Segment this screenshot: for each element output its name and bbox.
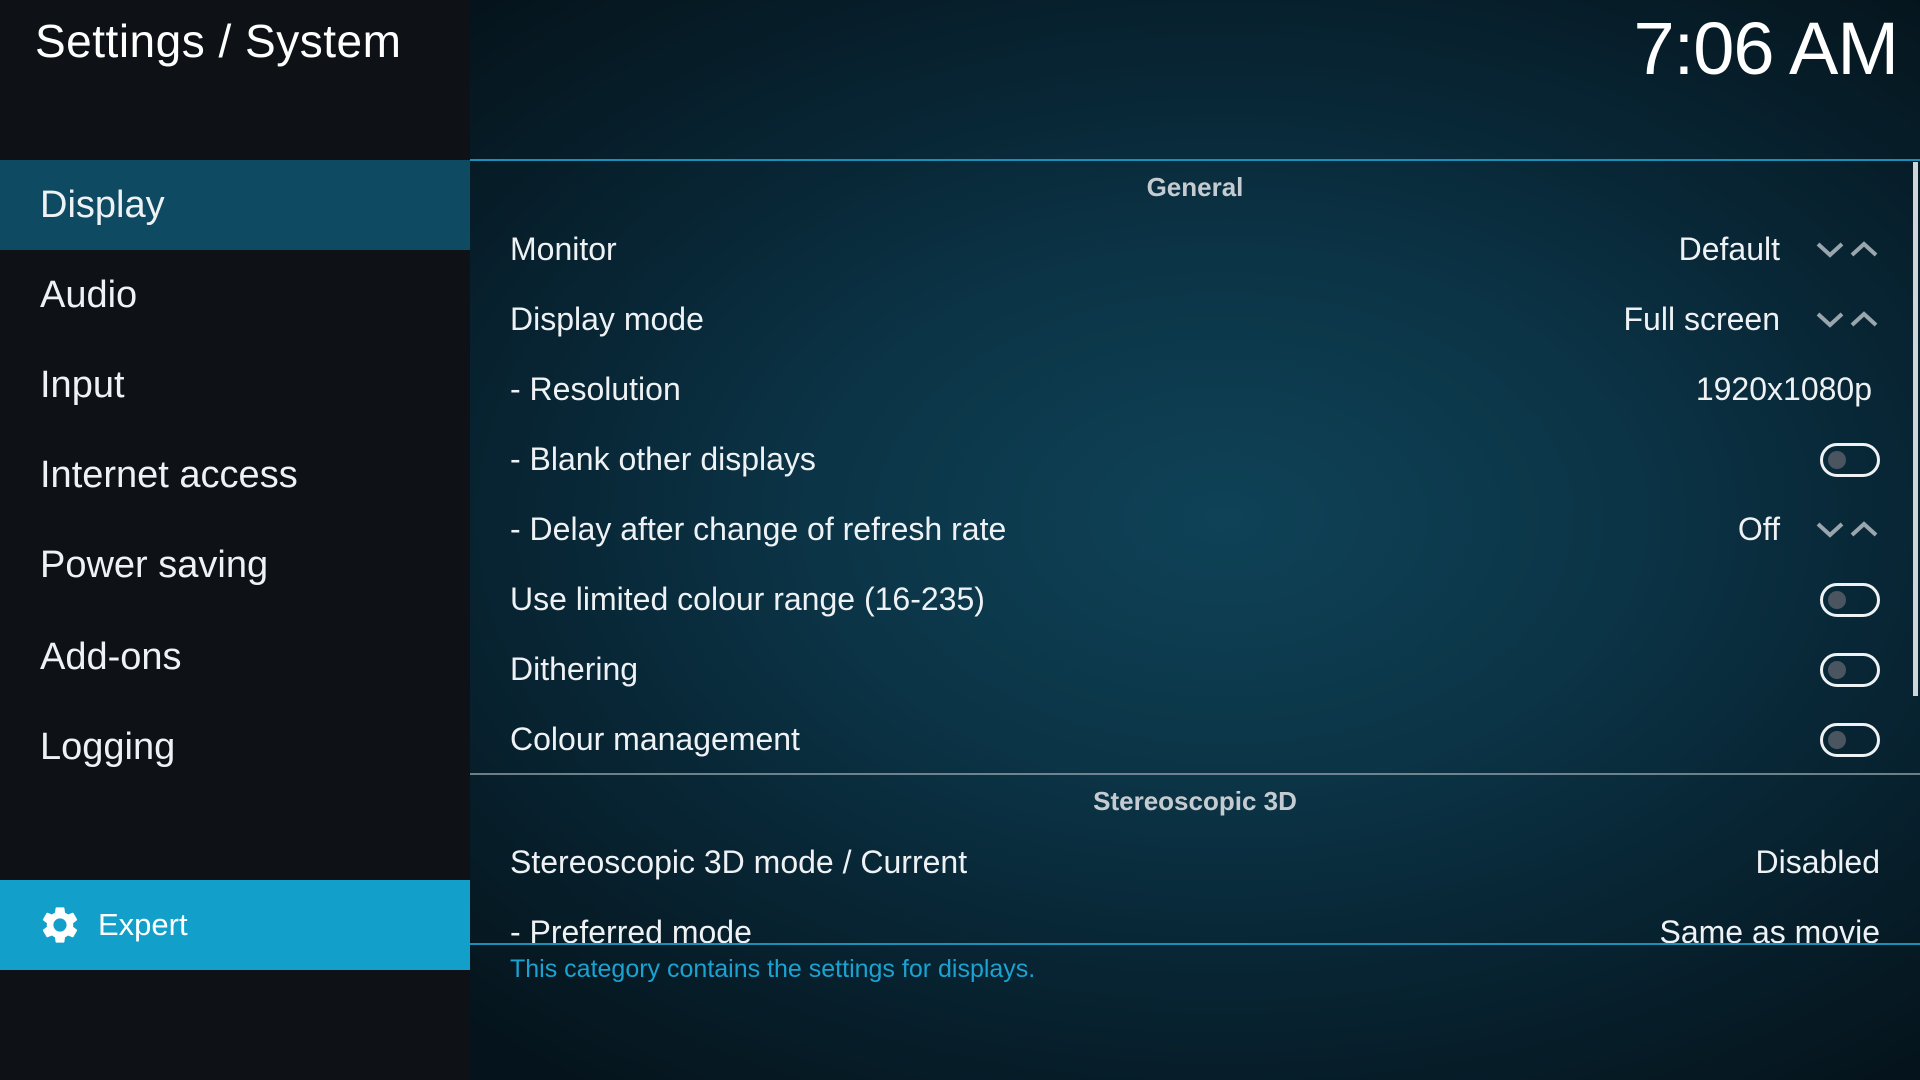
setting-value: Off [1737, 511, 1780, 547]
toggle-knob [1828, 661, 1846, 679]
setting-label: Colour management [510, 721, 800, 757]
toggle-switch[interactable] [1820, 723, 1880, 757]
setting-colour-management[interactable]: Colour management [470, 704, 1920, 774]
setting-label: - Blank other displays [510, 441, 816, 477]
category-description: This category contains the settings for … [510, 955, 1036, 983]
section-title-stereoscopic-3d: Stereoscopic 3D [1093, 786, 1297, 816]
setting-label: Stereoscopic 3D mode / Current [510, 844, 968, 880]
setting-value: Full screen [1623, 301, 1781, 337]
setting-value: Disabled [1755, 844, 1880, 880]
section-title-general: General [1146, 172, 1244, 202]
spinner-arrows-icon[interactable] [1814, 515, 1880, 543]
setting-blank-other-displays[interactable]: - Blank other displays [470, 424, 1920, 494]
toggle-knob [1828, 451, 1846, 469]
setting-label: Display mode [510, 301, 704, 337]
section-divider [470, 773, 1920, 775]
setting-limited-colour-range[interactable]: Use limited colour range (16-235) [470, 564, 1920, 634]
spinner-arrows-icon[interactable] [1814, 305, 1880, 333]
toggle-switch[interactable] [1820, 583, 1880, 617]
toggle-switch[interactable] [1820, 443, 1880, 477]
setting-label: Monitor [510, 231, 617, 267]
setting-label: Use limited colour range (16-235) [510, 581, 985, 617]
section-divider [470, 159, 1920, 161]
setting-value: Same as movie [1659, 914, 1880, 943]
setting-value: 1920x1080p [1695, 371, 1872, 407]
scrollbar[interactable] [1913, 162, 1918, 696]
setting-label: - Preferred mode [510, 914, 752, 943]
spinner-arrows-icon[interactable] [1814, 235, 1880, 263]
setting-dithering[interactable]: Dithering [470, 634, 1920, 704]
setting-label: - Delay after change of refresh rate [510, 511, 1007, 547]
description-divider [470, 943, 1920, 945]
toggle-knob [1828, 591, 1846, 609]
setting-monitor[interactable]: Monitor Default [470, 214, 1920, 284]
toggle-knob [1828, 731, 1846, 749]
setting-resolution[interactable]: - Resolution 1920x1080p [470, 354, 1920, 424]
setting-delay-refresh-rate[interactable]: - Delay after change of refresh rate Off [470, 494, 1920, 564]
setting-value: Default [1678, 231, 1780, 267]
settings-list: General Monitor Default Display mode Ful… [0, 0, 1920, 943]
setting-label: Dithering [510, 651, 639, 687]
setting-stereoscopic-mode[interactable]: Stereoscopic 3D mode / Current Disabled [470, 827, 1920, 897]
setting-display-mode[interactable]: Display mode Full screen [470, 284, 1920, 354]
setting-preferred-mode[interactable]: - Preferred mode Same as movie [470, 897, 1920, 943]
setting-label: - Resolution [510, 371, 681, 407]
toggle-switch[interactable] [1820, 653, 1880, 687]
